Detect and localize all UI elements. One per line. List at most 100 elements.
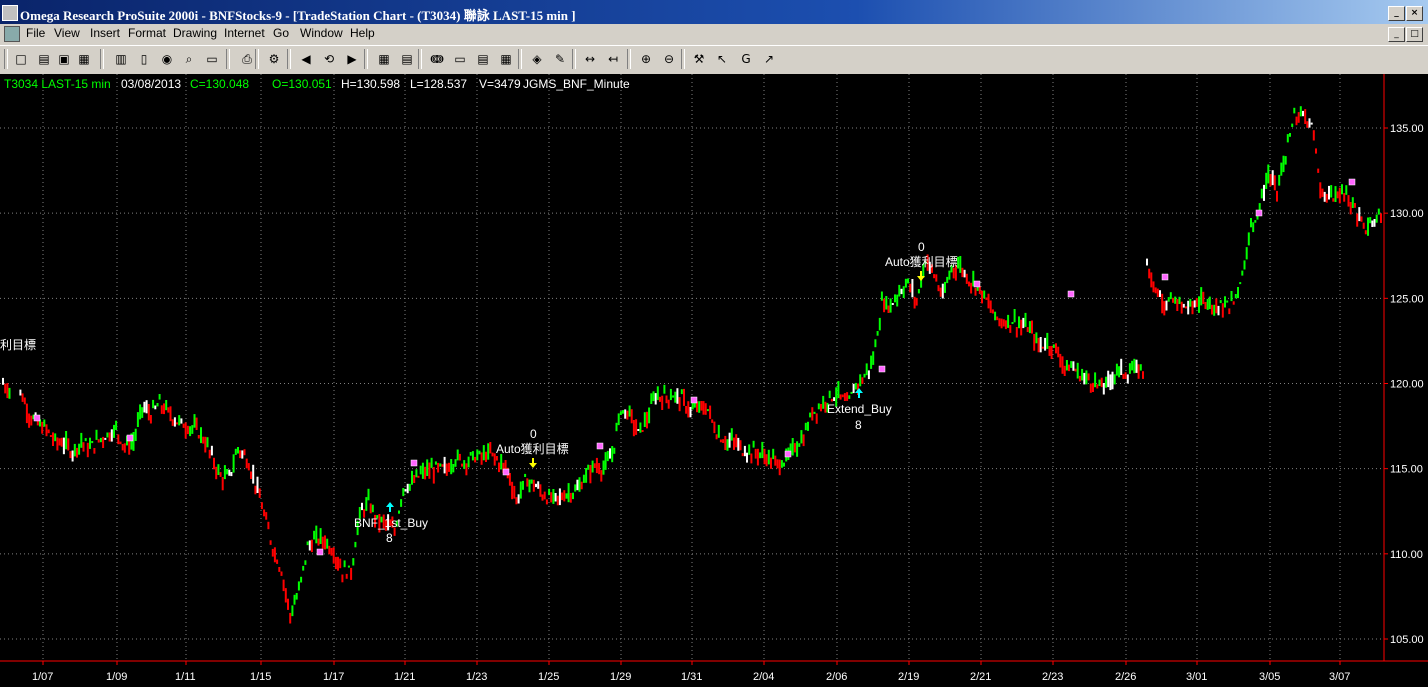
price-bar: [300, 576, 303, 583]
price-bar: [1208, 296, 1211, 310]
compress-icon[interactable]: ↔: [581, 50, 599, 68]
price-bar: [1358, 207, 1361, 222]
time-tick-label: 1/09: [106, 671, 127, 683]
mdi-minimize-button[interactable]: _: [1388, 27, 1405, 42]
new-doc-icon[interactable]: □: [12, 50, 30, 68]
price-bar: [1280, 162, 1283, 176]
price-bar: [1133, 358, 1136, 374]
open-icon[interactable]: ▤: [35, 50, 53, 68]
mdi-chart-icon[interactable]: [4, 26, 20, 42]
save-icon[interactable]: ▣: [55, 50, 73, 68]
menu-view[interactable]: View: [54, 26, 80, 40]
zoom-out-icon[interactable]: ⊖: [660, 50, 678, 68]
price-chart[interactable]: 105.00 110.00 115.00 120.00 125.00 130.00 135.…: [0, 74, 1428, 687]
price-bar: [1317, 168, 1320, 173]
menu-internet[interactable]: Internet: [224, 26, 265, 40]
price-bar: [617, 413, 620, 426]
toolbar-separator: [418, 49, 422, 69]
window-icon[interactable]: ▭: [451, 50, 469, 68]
price-bar: [833, 397, 836, 401]
menu-drawing[interactable]: Drawing: [173, 26, 217, 40]
price-bar: [996, 316, 999, 321]
price-bar: [885, 296, 888, 310]
app-icon[interactable]: [2, 5, 18, 21]
price-bar: [635, 419, 638, 435]
price-bar: [1241, 270, 1244, 276]
price-bar: [411, 470, 413, 485]
scroll-back-icon[interactable]: ◀: [297, 50, 315, 68]
price-bar: [437, 462, 440, 473]
chart-icon[interactable]: ▥: [112, 50, 130, 68]
minimize-button[interactable]: _: [1388, 6, 1405, 21]
time-tick-label: 2/19: [898, 671, 919, 683]
price-bar: [1176, 299, 1179, 311]
scroll-home-icon[interactable]: ⟲: [320, 50, 338, 68]
price-bar: [1289, 133, 1291, 137]
price-bar: [650, 393, 653, 404]
window-title-bar[interactable]: Omega Research ProSuite 2000i - BNFStock…: [0, 0, 1428, 26]
chart-canvas[interactable]: 105.00 110.00 115.00 120.00 125.00 130.00 135.…: [0, 74, 1428, 687]
print-icon[interactable]: ⎙: [238, 50, 256, 68]
price-bar: [215, 466, 218, 480]
chart-high-value: H=130.598: [341, 77, 400, 91]
price-bar: [25, 403, 28, 424]
menu-insert[interactable]: Insert: [90, 26, 120, 40]
mdi-restore-button[interactable]: □: [1406, 27, 1423, 42]
expand-icon[interactable]: ↤: [604, 50, 622, 68]
grid-icon[interactable]: ▤: [474, 50, 492, 68]
price-bar: [99, 437, 102, 443]
price-bar: [321, 536, 324, 549]
expert-icon[interactable]: ✎: [551, 50, 569, 68]
bar-chart-icon[interactable]: ▯: [135, 50, 153, 68]
scroll-forward-icon[interactable]: ▶: [343, 50, 361, 68]
price-bar: [424, 466, 427, 480]
pointer-icon[interactable]: ↖: [713, 50, 731, 68]
price-bar: [876, 331, 879, 336]
price-bar: [1213, 304, 1216, 316]
price-bar: [147, 404, 150, 421]
price-bar: [602, 460, 605, 475]
insert-strategy-icon[interactable]: ▤: [398, 50, 416, 68]
menu-format[interactable]: Format: [128, 26, 166, 40]
price-bar: [143, 401, 146, 413]
zoom-in-icon[interactable]: ⊕: [637, 50, 655, 68]
page-icon[interactable]: ▭: [203, 50, 221, 68]
menu-file[interactable]: File: [26, 26, 45, 40]
price-bar: [754, 448, 757, 459]
price-bar: [86, 442, 89, 458]
global-cursor-icon[interactable]: G: [737, 50, 755, 68]
cursor-icon[interactable]: ↗: [760, 50, 778, 68]
menu-help[interactable]: Help: [350, 26, 375, 40]
price-bar: [1163, 301, 1166, 316]
price-bar: [530, 479, 533, 484]
table-icon[interactable]: ▦: [497, 50, 515, 68]
properties-icon[interactable]: ⚙: [265, 50, 283, 68]
close-button[interactable]: ×: [1406, 6, 1423, 21]
price-bar: [683, 388, 685, 406]
menu-window[interactable]: Window: [300, 26, 343, 40]
price-bar: [206, 437, 209, 448]
price-bar: [798, 443, 801, 447]
price-bar: [41, 421, 44, 434]
menu-go[interactable]: Go: [273, 26, 289, 40]
price-bar: [667, 399, 670, 409]
analysis-icon[interactable]: ↈ: [428, 50, 446, 68]
price-bar: [367, 488, 370, 501]
price-bar: [223, 465, 226, 480]
refresh-icon[interactable]: ◉: [158, 50, 176, 68]
price-bar: [182, 423, 185, 428]
time-tick-label: 1/31: [681, 671, 702, 683]
search-icon[interactable]: ⌕: [180, 50, 198, 68]
save-all-icon[interactable]: ▦: [75, 50, 93, 68]
time-tick-label: 3/01: [1186, 671, 1207, 683]
price-bar: [863, 373, 866, 378]
price-bar: [482, 445, 485, 461]
insert-indicator-icon[interactable]: ▦: [375, 50, 393, 68]
price-tick-label: 125.00: [1390, 293, 1424, 305]
price-bar: [1328, 185, 1330, 200]
tracking-icon[interactable]: ◈: [528, 50, 546, 68]
price-bar: [456, 449, 459, 461]
strategy-annotation: 8: [855, 418, 862, 432]
tools-icon[interactable]: ⚒: [690, 50, 708, 68]
time-tick-label: 1/25: [538, 671, 559, 683]
